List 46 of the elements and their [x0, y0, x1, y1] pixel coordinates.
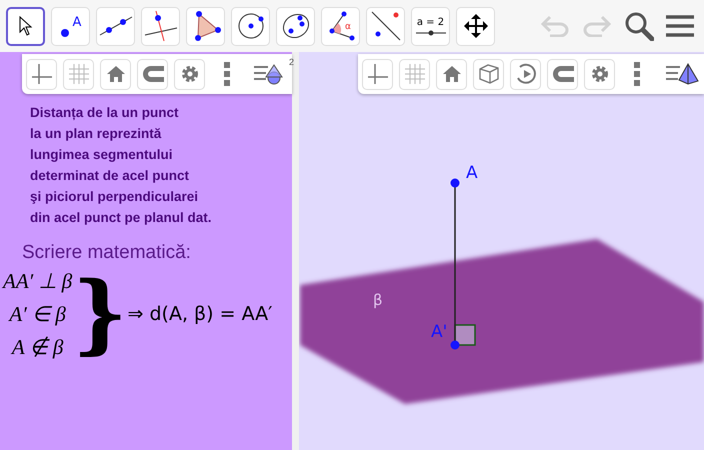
axes-icon — [30, 63, 52, 85]
slider-label: a = 2 — [416, 16, 444, 28]
point-label: A — [466, 163, 478, 183]
search-icon — [624, 11, 654, 41]
point-icon — [60, 28, 70, 38]
gear-icon — [180, 65, 198, 83]
math-conclusion: ⇒ d(A, β) = AA′ — [128, 303, 272, 325]
magnet-icon — [142, 66, 164, 82]
view-number-label: 2 — [288, 57, 294, 67]
ellipse-icon — [280, 12, 310, 40]
point[interactable] — [450, 340, 460, 350]
reflect-about-line-icon — [370, 10, 402, 42]
plane-label: β — [373, 291, 383, 309]
math-heading: Scriere matematică: — [22, 242, 192, 264]
math-condition: A′ ∈ β — [9, 300, 66, 328]
axes-icon — [366, 63, 388, 85]
magnet-icon — [552, 66, 574, 82]
tool-button[interactable]: a = 2 — [411, 6, 450, 46]
more-icon — [634, 62, 640, 86]
home-icon — [442, 66, 460, 82]
redo-icon — [582, 15, 612, 37]
menu-icon — [666, 14, 694, 38]
pyramid-view-icon — [666, 63, 700, 85]
home-icon — [106, 66, 124, 82]
right-angle-mark — [454, 324, 476, 346]
math-condition: AA′ ⊥ β — [3, 268, 72, 294]
slider-icon — [416, 30, 446, 36]
tool-button[interactable]: A — [51, 6, 90, 46]
move-arrows-icon — [464, 14, 488, 38]
circle-icon — [236, 12, 264, 40]
undo-icon — [540, 15, 570, 37]
point[interactable] — [450, 178, 460, 188]
perpendicular-lines-icon — [144, 10, 178, 42]
more-icon — [224, 62, 230, 86]
brace-symbol: } — [72, 264, 128, 364]
point-label: A' — [431, 322, 448, 342]
grid-icon — [404, 63, 426, 85]
grid-icon — [68, 63, 90, 85]
math-condition: A ∉ β — [12, 334, 64, 360]
point-label: A — [72, 14, 82, 30]
tool-button[interactable] — [6, 6, 45, 46]
gear-icon — [590, 65, 608, 83]
line-icon — [98, 15, 132, 37]
pointer-icon — [18, 16, 32, 36]
definition-text: Distanța de la un punct la un plan reprezintă lungimea segmentului determinat de acel punct şi piciorul perpendicularei din acel punct pe planul dat. — [30, 104, 213, 227]
cube-icon — [478, 63, 500, 85]
